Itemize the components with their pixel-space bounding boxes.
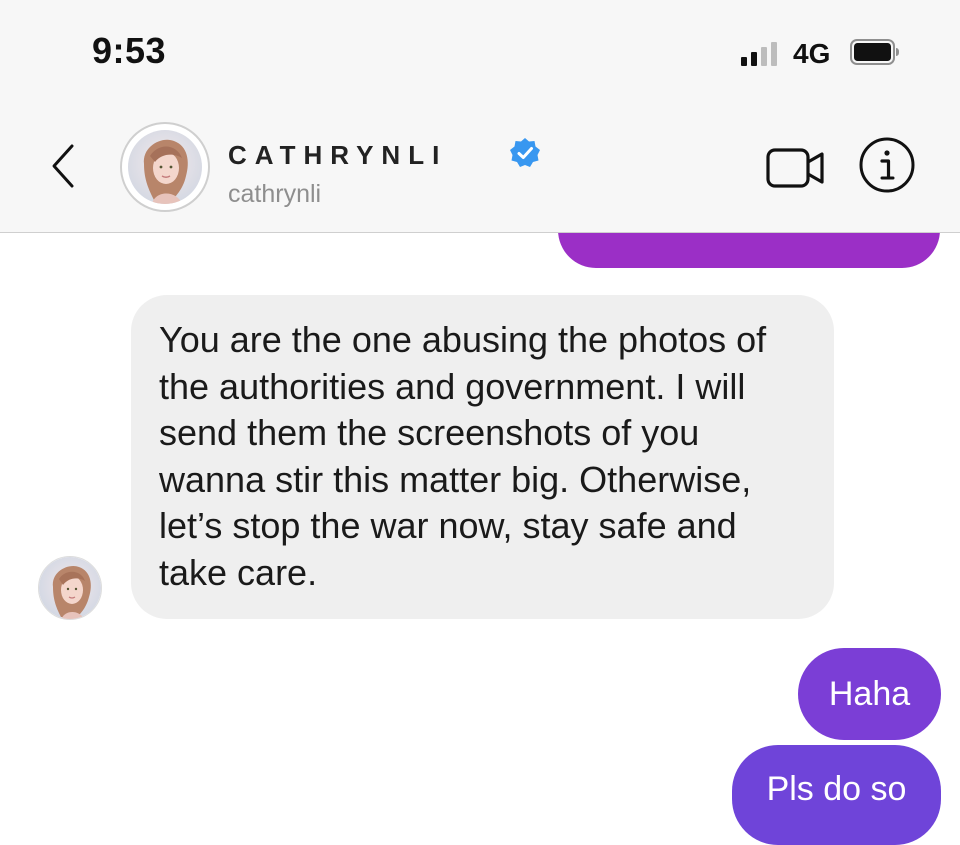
sender-avatar-image: [39, 557, 101, 619]
info-icon: [859, 137, 915, 193]
incoming-message-text: You are the one abusing the photos of th…: [159, 319, 767, 593]
sender-avatar[interactable]: [38, 556, 102, 620]
network-type: 4G: [793, 38, 831, 69]
contact-username[interactable]: cathrynli: [228, 180, 321, 209]
profile-avatar[interactable]: [120, 122, 210, 212]
profile-avatar-image: [128, 130, 202, 204]
signal-icon: [741, 42, 777, 66]
info-button[interactable]: [858, 136, 916, 194]
verified-badge-icon: [510, 138, 540, 167]
outgoing-message-bubble[interactable]: Haha: [798, 648, 941, 740]
outgoing-message-bubble[interactable]: Pls do so: [732, 745, 941, 845]
battery-icon: [850, 39, 899, 65]
back-button[interactable]: [44, 140, 84, 192]
incoming-message-bubble[interactable]: You are the one abusing the photos of th…: [131, 295, 834, 619]
video-camera-icon: [766, 148, 824, 188]
outgoing-message-text: Haha: [828, 675, 911, 713]
status-time: 9:53: [92, 30, 167, 71]
contact-display-name[interactable]: CATHRYNLI: [228, 140, 447, 171]
video-call-button[interactable]: [766, 146, 828, 190]
chevron-left-icon: [52, 144, 74, 188]
outgoing-message-text: Pls do so: [766, 770, 907, 808]
top-bar: 9:53 4G CATHRYNLI cathrynli: [0, 0, 960, 233]
